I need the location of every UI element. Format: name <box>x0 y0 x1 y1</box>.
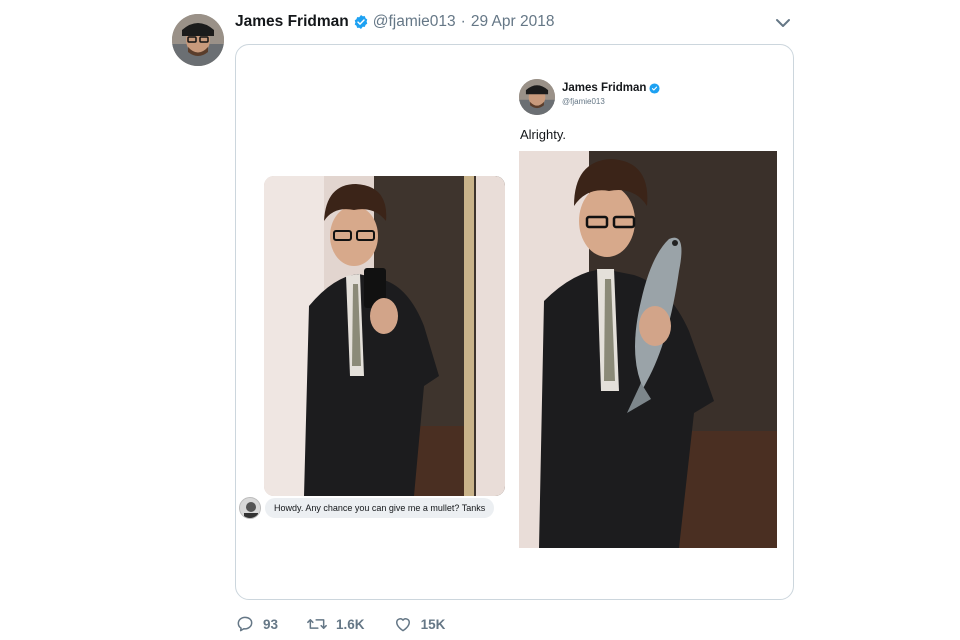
chevron-down-icon[interactable] <box>773 13 793 33</box>
retweet-button[interactable]: 1.6K <box>306 614 365 634</box>
tweet-media[interactable]: Howdy. Any chance you can give me a mull… <box>235 44 794 600</box>
inner-author-avatar <box>519 79 555 115</box>
retweet-count: 1.6K <box>336 616 365 632</box>
author-name[interactable]: James Fridman <box>235 13 349 31</box>
inner-author-handle: @fjamie013 <box>562 97 605 106</box>
reply-count: 93 <box>263 616 279 632</box>
dm-message: Howdy. Any chance you can give me a mull… <box>265 498 495 518</box>
like-icon <box>393 614 413 634</box>
like-button[interactable]: 15K <box>393 614 446 634</box>
tweet-date[interactable]: 29 Apr 2018 <box>471 13 555 31</box>
verified-badge-icon <box>353 14 369 30</box>
tweet-header: James Fridman @fjamie013 · 29 Apr 2018 <box>235 11 554 33</box>
retweet-icon <box>306 614 328 634</box>
like-count: 15K <box>420 616 446 632</box>
requester-avatar <box>239 497 261 519</box>
reply-button[interactable]: 93 <box>235 614 278 634</box>
inner-author-name-text: James Fridman <box>562 82 647 94</box>
dm-request: Howdy. Any chance you can give me a mull… <box>239 497 495 519</box>
separator-dot: · <box>460 13 466 30</box>
tweet-actions: 93 1.6K 15K <box>235 612 473 636</box>
edited-photo[interactable] <box>519 151 777 548</box>
reply-icon <box>235 614 255 634</box>
inner-author-name: James Fridman <box>562 82 660 94</box>
author-avatar[interactable] <box>172 14 224 66</box>
original-photo[interactable] <box>264 176 505 496</box>
inner-tweet-text: Alrighty. <box>520 127 566 142</box>
author-handle[interactable]: @fjamie013 <box>373 13 456 31</box>
inner-verified-badge-icon <box>649 82 660 94</box>
